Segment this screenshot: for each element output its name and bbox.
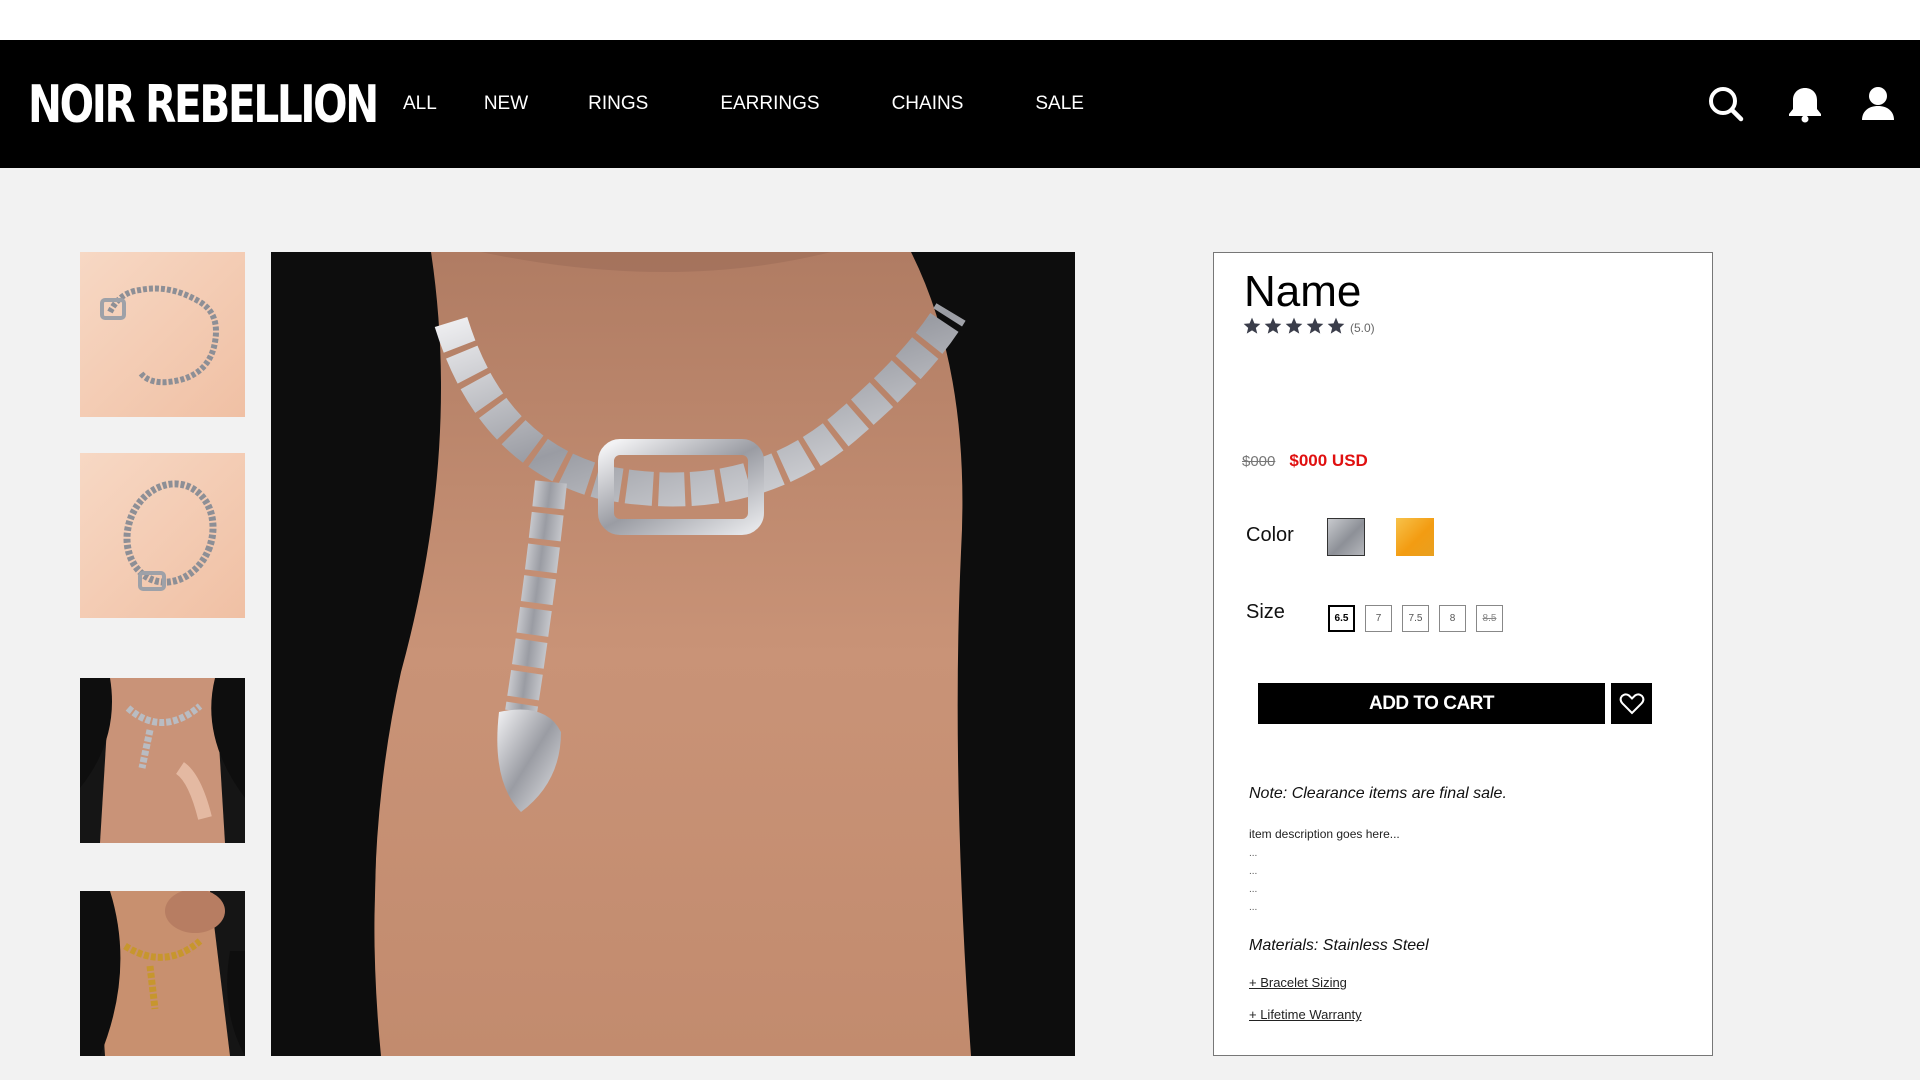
bell-icon[interactable] bbox=[1785, 84, 1825, 124]
thumbnail-model-silver[interactable] bbox=[80, 678, 245, 843]
price-row: $000 $000 USD bbox=[1242, 451, 1368, 471]
color-label: Color bbox=[1246, 524, 1294, 546]
product-name: Name bbox=[1244, 267, 1362, 316]
nav-item-earrings[interactable]: EARRINGS bbox=[720, 90, 819, 118]
star-icon bbox=[1285, 317, 1303, 334]
search-icon[interactable] bbox=[1706, 84, 1746, 124]
size-label: Size bbox=[1246, 601, 1285, 623]
nav-item-new[interactable]: NEW bbox=[484, 90, 528, 118]
nav-item-rings[interactable]: RINGS bbox=[588, 90, 648, 118]
star-icon bbox=[1306, 317, 1324, 334]
materials-text: Materials: Stainless Steel bbox=[1249, 937, 1429, 954]
add-to-cart-button[interactable]: ADD TO CART bbox=[1258, 683, 1605, 724]
thumbnail-model-gold[interactable] bbox=[80, 891, 245, 1056]
original-price: $000 bbox=[1242, 452, 1276, 470]
description-ellipsis: ... bbox=[1249, 902, 1258, 913]
bracelet-sizing-link[interactable]: + Bracelet Sizing bbox=[1249, 975, 1347, 990]
star-icon bbox=[1327, 317, 1345, 334]
browser-top-strip bbox=[0, 0, 1920, 40]
heart-icon bbox=[1619, 692, 1644, 714]
size-options: 6.5 7 7.5 8 8.5 bbox=[1328, 605, 1503, 632]
rating-value: (5.0) bbox=[1350, 320, 1375, 335]
star-icon bbox=[1243, 317, 1261, 334]
description-ellipsis: ... bbox=[1249, 848, 1258, 859]
wishlist-button[interactable] bbox=[1611, 683, 1652, 724]
clearance-note: Note: Clearance items are final sale. bbox=[1249, 785, 1507, 802]
size-option-7[interactable]: 7 bbox=[1365, 605, 1392, 632]
sale-price: $000 USD bbox=[1289, 451, 1368, 470]
site-header: NOIR REBELLION ALL NEW RINGS EARRINGS CH… bbox=[0, 40, 1920, 168]
item-description: item description goes here... bbox=[1249, 827, 1400, 841]
star-icon bbox=[1264, 317, 1282, 334]
star-rating: (5.0) bbox=[1242, 316, 1375, 336]
main-product-image bbox=[271, 252, 1075, 1056]
size-option-7-5[interactable]: 7.5 bbox=[1402, 605, 1429, 632]
description-ellipsis: ... bbox=[1249, 866, 1258, 877]
size-option-8[interactable]: 8 bbox=[1439, 605, 1466, 632]
user-icon[interactable] bbox=[1858, 84, 1898, 124]
nav-item-all[interactable]: ALL bbox=[403, 90, 437, 118]
color-swatch-silver[interactable] bbox=[1327, 518, 1365, 556]
brand-logo[interactable]: NOIR REBELLION bbox=[28, 78, 379, 132]
main-nav: ALL NEW RINGS EARRINGS CHAINS SALE bbox=[403, 90, 1084, 118]
size-option-6-5[interactable]: 6.5 bbox=[1328, 605, 1355, 632]
size-option-8-5[interactable]: 8.5 bbox=[1476, 605, 1503, 632]
thumbnail-flat-lay-circle[interactable] bbox=[80, 453, 245, 618]
nav-item-chains[interactable]: CHAINS bbox=[892, 90, 964, 118]
color-swatch-gold[interactable] bbox=[1396, 518, 1434, 556]
lifetime-warranty-link[interactable]: + Lifetime Warranty bbox=[1249, 1007, 1362, 1022]
nav-item-sale[interactable]: SALE bbox=[1035, 90, 1084, 118]
product-details-panel: Name (5.0) $000 $000 USD Color Size 6.5 … bbox=[1213, 252, 1713, 1056]
thumbnail-flat-lay-coiled[interactable] bbox=[80, 252, 245, 417]
description-ellipsis: ... bbox=[1249, 884, 1258, 895]
